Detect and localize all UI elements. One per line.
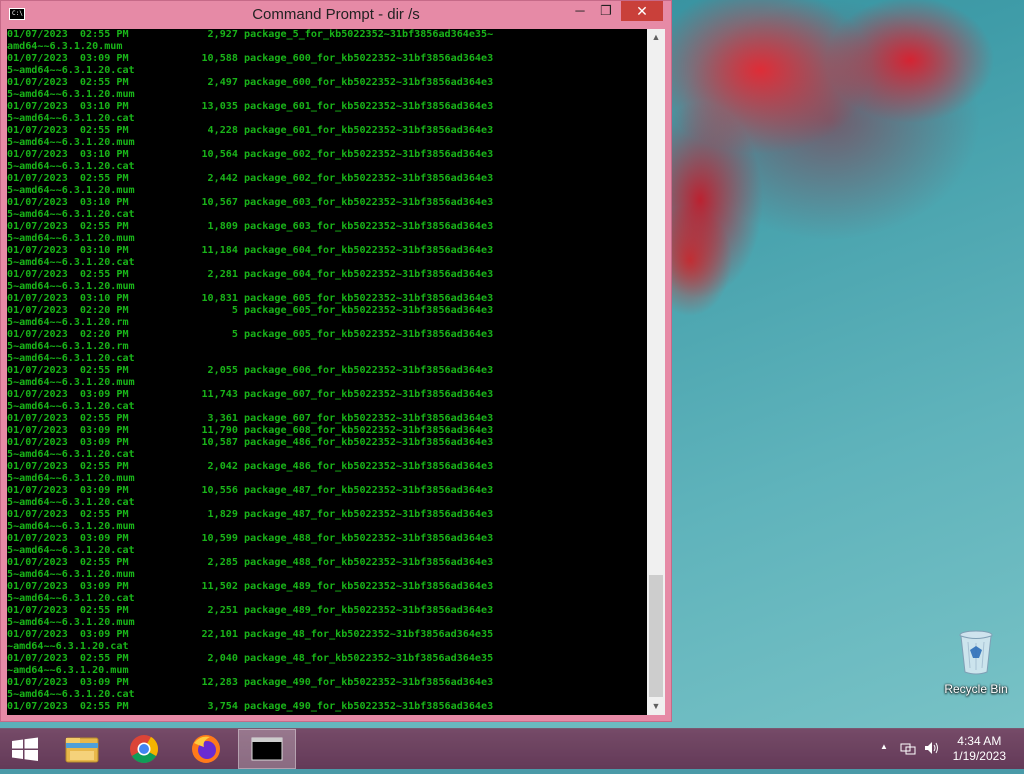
network-icon[interactable] [900, 741, 916, 758]
console-line: 01/07/2023 03:09 PM 12,283 package_490_f… [7, 677, 494, 688]
console-lines: 01/07/2023 02:55 PM 2,927 package_5_for_… [7, 29, 493, 713]
console-line: 01/07/2023 02:55 PM 2,497 package_600_fo… [7, 77, 494, 88]
console-line: 01/07/2023 03:10 PM 10,831 package_605_f… [7, 293, 494, 304]
vertical-scrollbar[interactable]: ▲ ▼ [647, 29, 665, 715]
recycle-bin-label: Recycle Bin [944, 682, 1008, 696]
console-line: 01/07/2023 02:55 PM 3,361 package_607_fo… [7, 413, 494, 424]
console-line: 5~amd64~~6.3.1.20.cat [7, 689, 135, 700]
console-line: 01/07/2023 02:55 PM 2,927 package_5_for_… [7, 29, 494, 40]
scroll-up-arrow-icon[interactable]: ▲ [647, 29, 665, 46]
volume-icon[interactable] [924, 741, 940, 758]
console-line: 5~amd64~~6.3.1.20.mum [7, 233, 135, 244]
console-line: 5~amd64~~6.3.1.20.mum [7, 377, 135, 388]
console-line: 5~amd64~~6.3.1.20.mum [7, 569, 135, 580]
chrome-icon [130, 735, 158, 763]
console-line: 01/07/2023 02:55 PM 2,055 package_606_fo… [7, 365, 494, 376]
firefox-icon [192, 735, 220, 763]
console-line: 01/07/2023 03:10 PM 10,567 package_603_f… [7, 197, 494, 208]
console-line: 01/07/2023 03:09 PM 11,790 package_608_f… [7, 425, 494, 436]
console-line: 5~amd64~~6.3.1.20.cat [7, 113, 135, 124]
recycle-bin-icon [956, 628, 996, 676]
console-line: 5~amd64~~6.3.1.20.cat [7, 257, 135, 268]
taskbar-clock[interactable]: 4:34 AM 1/19/2023 [953, 734, 1006, 764]
console-line: 01/07/2023 02:20 PM 5 package_605_for_kb… [7, 305, 494, 316]
console-line: 01/07/2023 03:09 PM 10,588 package_600_f… [7, 53, 494, 64]
scrollbar-thumb[interactable] [649, 575, 663, 697]
system-tray: ▲ 4:34 AM 1/19/2023 [864, 729, 1024, 769]
console-line: 01/07/2023 02:55 PM 3,754 package_490_fo… [7, 701, 494, 712]
console-line: 01/07/2023 03:09 PM 11,743 package_607_f… [7, 389, 494, 400]
console-line: 01/07/2023 02:55 PM 2,042 package_486_fo… [7, 461, 494, 472]
console-line: 01/07/2023 02:55 PM 1,809 package_603_fo… [7, 221, 494, 232]
command-prompt-taskbar-button[interactable] [238, 729, 296, 769]
console-line: 5~amd64~~6.3.1.20.cat [7, 401, 135, 412]
show-hidden-icons-icon[interactable]: ▲ [880, 742, 888, 751]
console-line: 5~amd64~~6.3.1.20.mum [7, 521, 135, 532]
taskbar: ▲ 4:34 AM 1/19/2023 [0, 728, 1024, 769]
console-line: 01/07/2023 02:55 PM 2,251 package_489_fo… [7, 605, 494, 616]
console-line: 01/07/2023 03:10 PM 11,184 package_604_f… [7, 245, 494, 256]
console-line: 01/07/2023 02:55 PM 1,829 package_487_fo… [7, 509, 494, 520]
console-line: 01/07/2023 02:20 PM 5 package_605_for_kb… [7, 329, 494, 340]
console-line: 01/07/2023 02:55 PM 2,040 package_48_for… [7, 653, 494, 664]
clock-date: 1/19/2023 [952, 749, 1006, 763]
console-line: ~amd64~~6.3.1.20.cat [7, 641, 129, 652]
console-line: ~amd64~~6.3.1.20.mum [7, 665, 129, 676]
console-line: 5~amd64~~6.3.1.20.rm [7, 317, 129, 328]
file-explorer-taskbar-button[interactable] [54, 729, 110, 769]
file-explorer-icon [65, 737, 99, 763]
console-line: 01/07/2023 02:55 PM 2,281 package_604_fo… [7, 269, 494, 280]
chrome-taskbar-button[interactable] [116, 729, 172, 769]
clock-time: 4:34 AM [957, 734, 1002, 748]
scroll-down-arrow-icon[interactable]: ▼ [647, 698, 665, 715]
title-bar[interactable]: C:\ Command Prompt - dir /s ─ ❐ ✕ [1, 1, 671, 29]
console-line: 01/07/2023 03:09 PM 10,556 package_487_f… [7, 485, 494, 496]
console-line: 5~amd64~~6.3.1.20.cat [7, 593, 135, 604]
console-output[interactable]: 01/07/2023 02:55 PM 2,927 package_5_for_… [7, 29, 647, 715]
console-line: 01/07/2023 03:10 PM 13,035 package_601_f… [7, 101, 494, 112]
console-line: 5~amd64~~6.3.1.20.mum [7, 185, 135, 196]
windows-logo-icon [12, 737, 38, 761]
console-line: 5~amd64~~6.3.1.20.rm [7, 341, 129, 352]
console-line: 01/07/2023 03:09 PM 11,502 package_489_f… [7, 581, 494, 592]
console-line: amd64~~6.3.1.20.mum [7, 41, 123, 52]
minimize-button[interactable]: ─ [567, 1, 593, 21]
recycle-bin[interactable]: Recycle Bin [936, 628, 1016, 696]
console-line: 01/07/2023 03:09 PM 10,587 package_486_f… [7, 437, 494, 448]
command-prompt-icon [251, 737, 283, 761]
console-line: 01/07/2023 03:09 PM 22,101 package_48_fo… [7, 629, 494, 640]
console-line: 5~amd64~~6.3.1.20.mum [7, 137, 135, 148]
console-line: 01/07/2023 02:55 PM 2,442 package_602_fo… [7, 173, 494, 184]
close-button[interactable]: ✕ [621, 1, 663, 21]
console-line: 5~amd64~~6.3.1.20.cat [7, 65, 135, 76]
console-line: 5~amd64~~6.3.1.20.mum [7, 281, 135, 292]
console-line: 5~amd64~~6.3.1.20.mum [7, 89, 135, 100]
console-line: 01/07/2023 02:55 PM 4,228 package_601_fo… [7, 125, 494, 136]
console-line: 5~amd64~~6.3.1.20.cat [7, 161, 135, 172]
console-line: 01/07/2023 03:09 PM 10,599 package_488_f… [7, 533, 494, 544]
command-prompt-window[interactable]: C:\ Command Prompt - dir /s ─ ❐ ✕ 01/07/… [0, 0, 672, 722]
console-line: 5~amd64~~6.3.1.20.cat [7, 497, 135, 508]
console-line: 01/07/2023 03:10 PM 10,564 package_602_f… [7, 149, 494, 160]
start-button[interactable] [0, 729, 50, 769]
maximize-button[interactable]: ❐ [593, 1, 619, 21]
console-line: 5~amd64~~6.3.1.20.cat [7, 449, 135, 460]
console-line: 5~amd64~~6.3.1.20.mum [7, 617, 135, 628]
console-line: 5~amd64~~6.3.1.20.mum [7, 473, 135, 484]
console-line: 5~amd64~~6.3.1.20.cat [7, 353, 135, 364]
firefox-taskbar-button[interactable] [178, 729, 234, 769]
console-line: 5~amd64~~6.3.1.20.cat [7, 545, 135, 556]
console-line: 5~amd64~~6.3.1.20.cat [7, 209, 135, 220]
console-line: 01/07/2023 02:55 PM 2,285 package_488_fo… [7, 557, 494, 568]
